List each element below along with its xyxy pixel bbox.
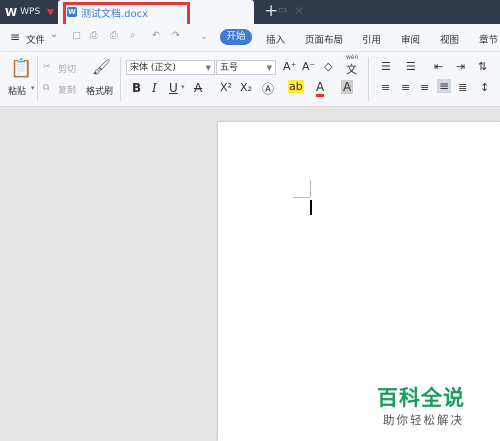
new-tab-button[interactable]: +: [264, 1, 278, 21]
format-painter-icon[interactable]: 🖌: [92, 58, 111, 76]
cut-icon[interactable]: ✂: [43, 62, 51, 72]
subscript-button[interactable]: X₂: [240, 81, 252, 94]
tab-review[interactable]: 审阅: [401, 32, 420, 46]
align-right-icon[interactable]: ≡: [420, 81, 429, 94]
tab-view[interactable]: 视图: [440, 32, 459, 46]
underline-button[interactable]: U: [169, 81, 178, 95]
undo-icon[interactable]: ↶: [152, 30, 160, 41]
char-shading-icon[interactable]: A: [341, 80, 354, 94]
open-icon[interactable]: ▢: [72, 30, 81, 41]
underline-caret-icon[interactable]: ▾: [181, 83, 185, 91]
font-name-caret-icon: ▼: [205, 64, 211, 72]
sort-icon[interactable]: ⇅: [478, 60, 487, 73]
watermark-title: 百科全说: [377, 386, 465, 410]
copy-icon[interactable]: ⧉: [43, 83, 49, 93]
line-spacing-icon[interactable]: ↕: [480, 81, 489, 94]
monitor-icon[interactable]: ▭: [278, 5, 287, 16]
bullet-list-icon[interactable]: ☰: [381, 60, 391, 73]
copy-button[interactable]: 复制: [58, 83, 76, 96]
font-size-value: 五号: [220, 63, 239, 73]
close-tab-icon[interactable]: ✕: [294, 4, 304, 18]
tab-pointer-icon: ▼: [47, 8, 54, 18]
font-name-select[interactable]: 宋体 (正文) ▼: [126, 60, 215, 75]
text-cursor: [310, 200, 312, 215]
preview-icon[interactable]: ⌕: [130, 30, 135, 41]
shrink-font-button[interactable]: A⁻: [302, 60, 315, 73]
superscript-button[interactable]: X²: [220, 81, 232, 94]
watermark-subtitle: 助你轻松解决: [383, 413, 464, 427]
save-icon[interactable]: ⎙: [90, 30, 98, 41]
bold-button[interactable]: B: [132, 81, 141, 95]
font-size-caret-icon: ▼: [266, 64, 272, 72]
tab-start[interactable]: 开始: [220, 29, 252, 45]
text-effect-icon[interactable]: Ⓐ: [262, 80, 274, 97]
clear-format-icon[interactable]: ◇: [324, 60, 332, 73]
highlight-color-icon[interactable]: ab: [288, 80, 304, 93]
distributed-icon[interactable]: ≣: [458, 81, 467, 94]
file-caret-icon[interactable]: ⌄: [50, 29, 58, 40]
tab-page-layout[interactable]: 页面布局: [305, 32, 343, 46]
paste-caret-icon[interactable]: ▾: [31, 84, 35, 92]
hamburger-menu-icon[interactable]: ≡: [10, 30, 20, 44]
tab-references[interactable]: 引用: [362, 32, 381, 46]
format-painter-button[interactable]: 格式刷: [86, 84, 113, 97]
strikethrough-button[interactable]: A: [194, 81, 202, 95]
menu-bar: ≡ 文件 ⌄ ▢ ⎙ ⎙ ⌕ ↶ ↷ ⌄ 开始 插入 页面布局 引用 审阅 视图…: [0, 24, 500, 52]
paste-icon[interactable]: 📋: [10, 58, 32, 79]
ribbon-divider: [120, 57, 121, 101]
ribbon-toolbar: 📋 粘贴 ▾ ✂ 剪切 ⧉ 复制 🖌 格式刷 宋体 (正文) ▼ 五号 ▼ A⁺…: [0, 52, 500, 107]
wps-logo-icon: W: [5, 5, 17, 19]
font-color-icon[interactable]: A: [316, 80, 325, 97]
redo-icon[interactable]: ↷: [172, 30, 180, 41]
italic-button[interactable]: I: [152, 81, 157, 95]
margin-corner-mark: [310, 180, 311, 197]
menu-file[interactable]: 文件: [26, 32, 45, 46]
pinyin-guide-label: wén: [346, 54, 359, 61]
margin-corner-mark: [293, 197, 310, 198]
tab-insert[interactable]: 插入: [266, 32, 285, 46]
cut-button[interactable]: 剪切: [58, 62, 76, 75]
decrease-indent-icon[interactable]: ⇤: [434, 60, 443, 73]
print-icon[interactable]: ⎙: [110, 30, 118, 41]
wps-app-name: WPS: [20, 7, 41, 17]
align-left-icon[interactable]: ≡: [381, 81, 390, 94]
more-caret-icon[interactable]: ⌄: [200, 31, 208, 42]
increase-indent-icon[interactable]: ⇥: [456, 60, 465, 73]
paste-button[interactable]: 粘贴: [8, 84, 26, 97]
numbered-list-icon[interactable]: ☰: [406, 60, 416, 73]
pinyin-guide-button[interactable]: 文: [346, 61, 357, 77]
ribbon-divider: [368, 57, 369, 101]
justify-icon[interactable]: ≡: [437, 79, 452, 93]
font-name-value: 宋体 (正文): [130, 63, 176, 73]
grow-font-button[interactable]: A⁺: [283, 60, 296, 73]
font-size-select[interactable]: 五号 ▼: [216, 60, 276, 75]
align-center-icon[interactable]: ≡: [401, 81, 410, 94]
ribbon-divider: [37, 57, 38, 101]
tab-section[interactable]: 章节: [479, 32, 498, 46]
